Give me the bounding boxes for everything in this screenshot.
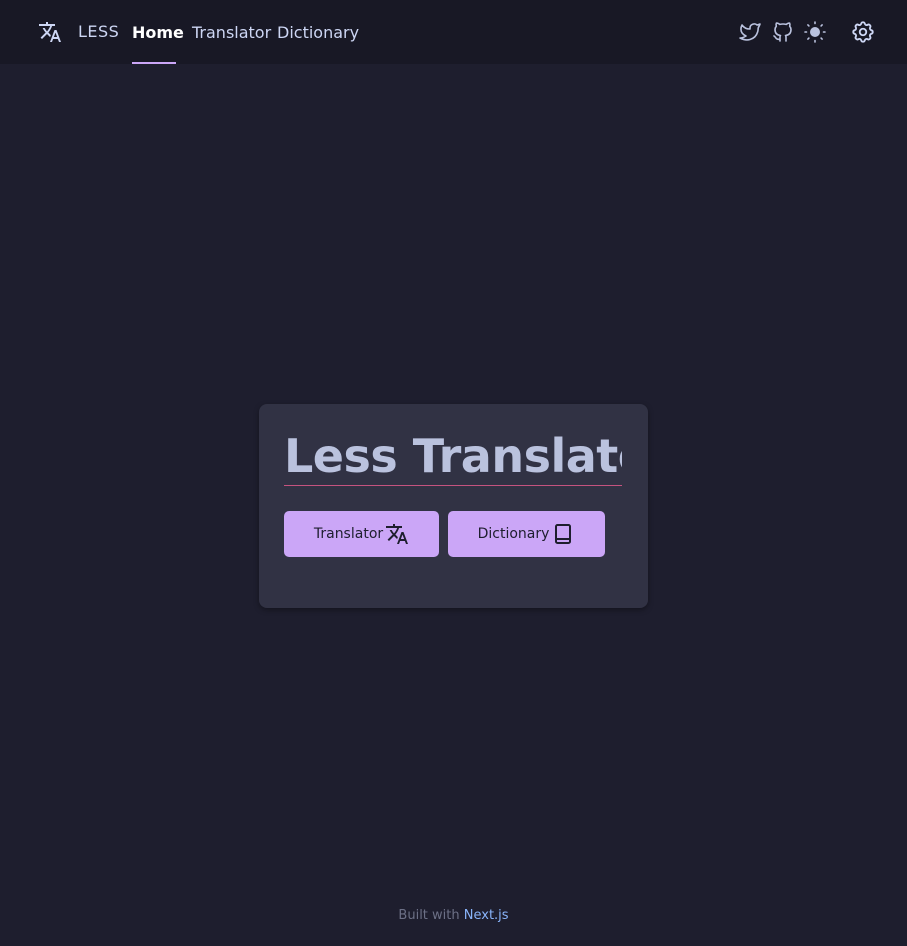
nextjs-link[interactable]: Next.js bbox=[464, 908, 509, 923]
translator-button-label: Translator bbox=[313, 526, 384, 542]
footer: Built with Next.js bbox=[0, 908, 907, 923]
dictionary-button-label: Dictionary bbox=[477, 526, 550, 542]
book-icon bbox=[555, 524, 572, 544]
gear-icon[interactable] bbox=[850, 19, 876, 45]
hero-card: Less Translator Translator Dictionary bbox=[259, 404, 648, 608]
title-divider bbox=[284, 485, 622, 486]
page-title: Less Translator bbox=[284, 429, 622, 483]
footer-text: Built with bbox=[398, 908, 460, 923]
active-tab-indicator bbox=[132, 62, 176, 64]
nav-link-home[interactable]: Home bbox=[132, 23, 184, 42]
github-icon[interactable] bbox=[771, 20, 795, 44]
translate-icon bbox=[386, 524, 409, 544]
sun-icon[interactable] bbox=[803, 20, 827, 44]
dictionary-button[interactable]: Dictionary bbox=[448, 511, 605, 557]
navbar: LESS Home Translator Dictionary bbox=[0, 0, 907, 64]
twitter-icon[interactable] bbox=[738, 20, 762, 44]
nav-link-translator[interactable]: Translator bbox=[192, 23, 271, 42]
brand-name[interactable]: LESS bbox=[78, 22, 119, 41]
translate-icon[interactable] bbox=[38, 20, 62, 44]
translator-button[interactable]: Translator bbox=[284, 511, 439, 557]
nav-link-dictionary[interactable]: Dictionary bbox=[277, 23, 359, 42]
